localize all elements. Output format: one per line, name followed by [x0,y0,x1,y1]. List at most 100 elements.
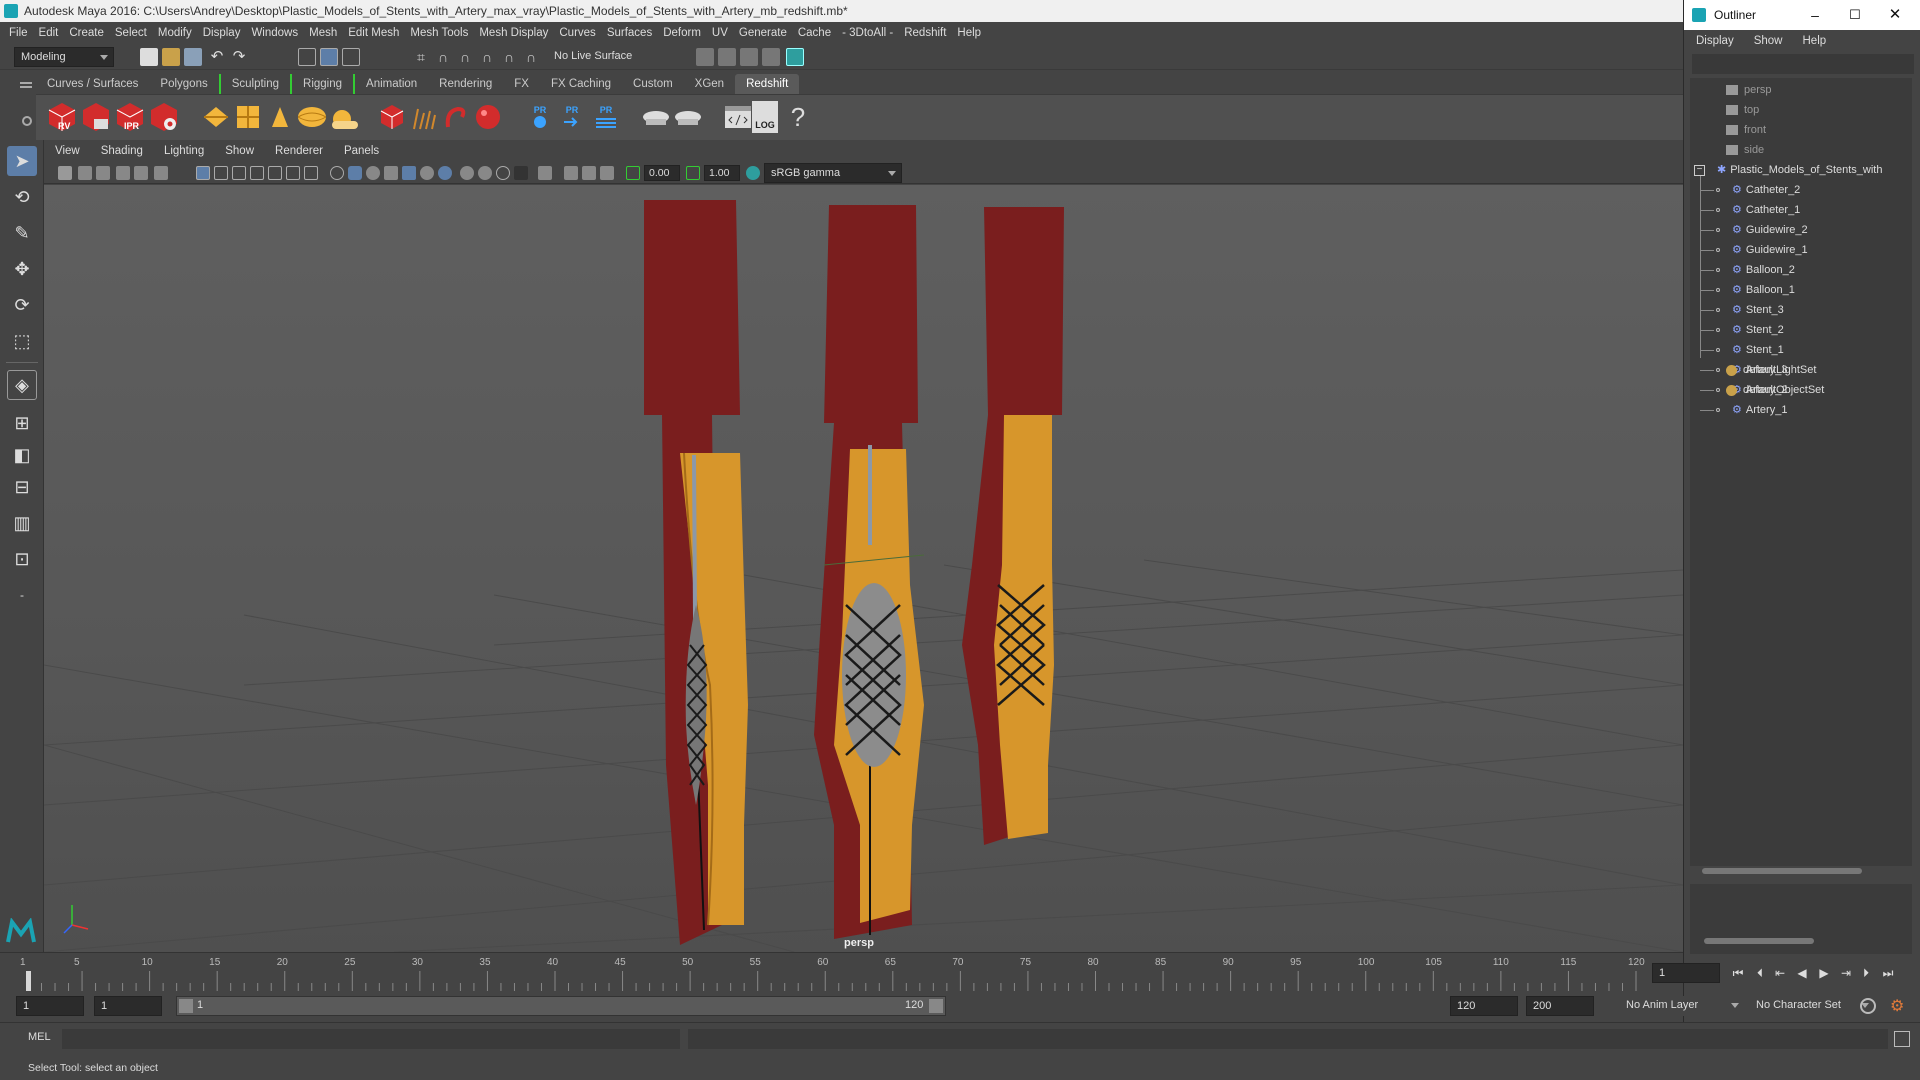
redshift-snapshot-icon[interactable] [80,101,112,133]
menu-deform[interactable]: Deform [663,27,701,39]
tab-rendering[interactable]: Rendering [428,74,503,94]
outliner-item-child[interactable]: ⚙ Artery_1 [1700,400,1787,420]
character-set-dropdown[interactable]: No Character Set [1750,996,1874,1016]
2d-pan-zoom-icon[interactable] [134,166,148,180]
redshift-portal-light-icon[interactable] [232,101,264,133]
new-scene-icon[interactable] [140,48,158,66]
outliner-filter-field[interactable] [1692,54,1914,74]
persp-outliner-layout-icon[interactable]: ◧ [7,440,37,470]
collapse-icon[interactable]: − [1694,164,1705,176]
expand-dot-icon[interactable] [1716,288,1720,293]
snap-live-icon[interactable]: ∩ [500,48,518,66]
snap-view-plane-icon[interactable]: ∩ [478,48,496,66]
menu-select[interactable]: Select [115,27,147,39]
expand-dot-icon[interactable] [1716,228,1720,233]
panel-menu-shading[interactable]: Shading [101,145,143,157]
film-gate-icon[interactable] [214,166,228,180]
xray-components-icon[interactable] [582,166,596,180]
playback-start-field[interactable]: 1 [94,996,162,1016]
save-scene-icon[interactable] [184,48,202,66]
redshift-volume-icon[interactable] [408,101,440,133]
redshift-proxy-icon[interactable] [376,101,408,133]
outliner-item-default-light-set[interactable]: defaultLightSet [1726,360,1816,380]
textured-icon[interactable] [384,166,398,180]
expand-dot-icon[interactable] [1716,308,1720,313]
panel-menu-renderer[interactable]: Renderer [275,145,323,157]
redshift-material-icon[interactable] [472,101,504,133]
snap-grid-icon[interactable]: ⌗ [412,48,430,66]
persp-uv-layout-icon[interactable]: ⊡ [7,544,37,574]
multisample-aa-icon[interactable] [478,166,492,180]
outliner-item-side[interactable]: side [1726,140,1764,160]
redo-icon[interactable]: ↷ [230,48,248,66]
use-all-lights-icon[interactable] [402,166,416,180]
playback-end-field[interactable]: 120 [1450,996,1518,1016]
gate-mask-icon[interactable] [250,166,264,180]
wireframe-on-shaded-icon[interactable] [366,166,380,180]
redshift-log-icon[interactable]: LOG [752,101,778,133]
auto-key-icon[interactable] [1860,998,1876,1014]
menu-3dtoall[interactable]: - 3DtoAll - [842,27,893,39]
smooth-shade-icon[interactable] [348,166,362,180]
motion-blur-icon[interactable] [460,166,474,180]
outliner-item-child[interactable]: ⚙ Stent_1 [1700,340,1784,360]
menu-surfaces[interactable]: Surfaces [607,27,652,39]
image-plane-icon[interactable] [116,166,130,180]
go-to-start-icon[interactable]: ⏮ [1730,965,1746,981]
expand-dot-icon[interactable] [1716,348,1720,353]
menu-modify[interactable]: Modify [158,27,192,39]
outliner-item-top[interactable]: top [1726,100,1759,120]
outliner-item-child[interactable]: ⚙ Catheter_1 [1700,200,1800,220]
move-tool-icon[interactable]: ✥ [7,254,37,284]
color-management-icon[interactable] [746,166,760,180]
open-scene-icon[interactable] [162,48,180,66]
expand-dot-icon[interactable] [1716,328,1720,333]
snap-curve-icon[interactable]: ∩ [434,48,452,66]
menu-mesh-tools[interactable]: Mesh Tools [410,27,468,39]
bookmark-icon[interactable] [96,166,110,180]
time-slider[interactable]: 1 5 10 15 20 25 30 35 40 45 50 55 60 65 70 75 80 85 90 95 10… [0,952,1893,992]
anim-preferences-icon[interactable]: ⚙ [1890,996,1904,1016]
panel-menu-view[interactable]: View [55,145,80,157]
menu-file[interactable]: File [9,27,28,39]
resolution-gate-icon[interactable] [232,166,246,180]
redshift-script-editor-icon[interactable] [722,101,754,133]
redshift-ies-light-icon[interactable] [264,101,296,133]
snap-point-icon[interactable]: ∩ [456,48,474,66]
menu-mesh[interactable]: Mesh [309,27,337,39]
menu-generate[interactable]: Generate [739,27,787,39]
shelf-settings-icon[interactable] [22,116,32,126]
redshift-ipr-icon[interactable]: IPR [114,101,146,133]
panel-menu-show[interactable]: Show [225,145,254,157]
persp-graph-layout-icon[interactable]: ⊟ [7,472,37,502]
outliner-item-child[interactable]: ⚙ Guidewire_2 [1700,220,1808,240]
step-forward-frame-icon[interactable]: ⏵ [1858,965,1874,981]
close-icon[interactable]: ✕ [1884,0,1906,30]
xray-icon[interactable] [538,166,552,180]
select-hierarchy-icon[interactable] [298,48,316,66]
proxy-import-icon[interactable]: PR [556,101,588,133]
gamma-field[interactable]: 1.00 [704,165,740,181]
camera-attributes-icon[interactable] [78,166,92,180]
minimize-icon[interactable]: – [1804,0,1826,30]
live-surface-field[interactable]: No Live Surface [548,47,648,67]
menu-windows[interactable]: Windows [251,27,298,39]
menu-create[interactable]: Create [69,27,104,39]
outliner-item-child[interactable]: ⚙ Catheter_2 [1700,180,1800,200]
lower-scroll-thumb[interactable] [1704,938,1814,944]
more-layouts-icon[interactable]: - [7,580,37,610]
hypershade-icon[interactable] [786,48,804,66]
redshift-dome-light-icon[interactable] [296,101,328,133]
step-back-key-icon[interactable]: ⇤ [1772,965,1788,981]
isolate-select-icon[interactable] [514,166,528,180]
command-language-label[interactable]: MEL [28,1031,51,1043]
outliner-item-child[interactable]: ⚙ Guidewire_1 [1700,240,1808,260]
outliner-item-child[interactable]: ⚙ Balloon_1 [1700,280,1795,300]
select-tool-icon[interactable]: ➤ [7,146,37,176]
outliner-menu-help[interactable]: Help [1803,35,1827,47]
menu-redshift[interactable]: Redshift [904,27,946,39]
single-perspective-layout-icon[interactable]: ◈ [7,370,37,400]
proxy-sequence-icon[interactable]: PR [590,101,622,133]
outliner-item-front[interactable]: front [1726,120,1766,140]
field-chart-icon[interactable] [268,166,282,180]
